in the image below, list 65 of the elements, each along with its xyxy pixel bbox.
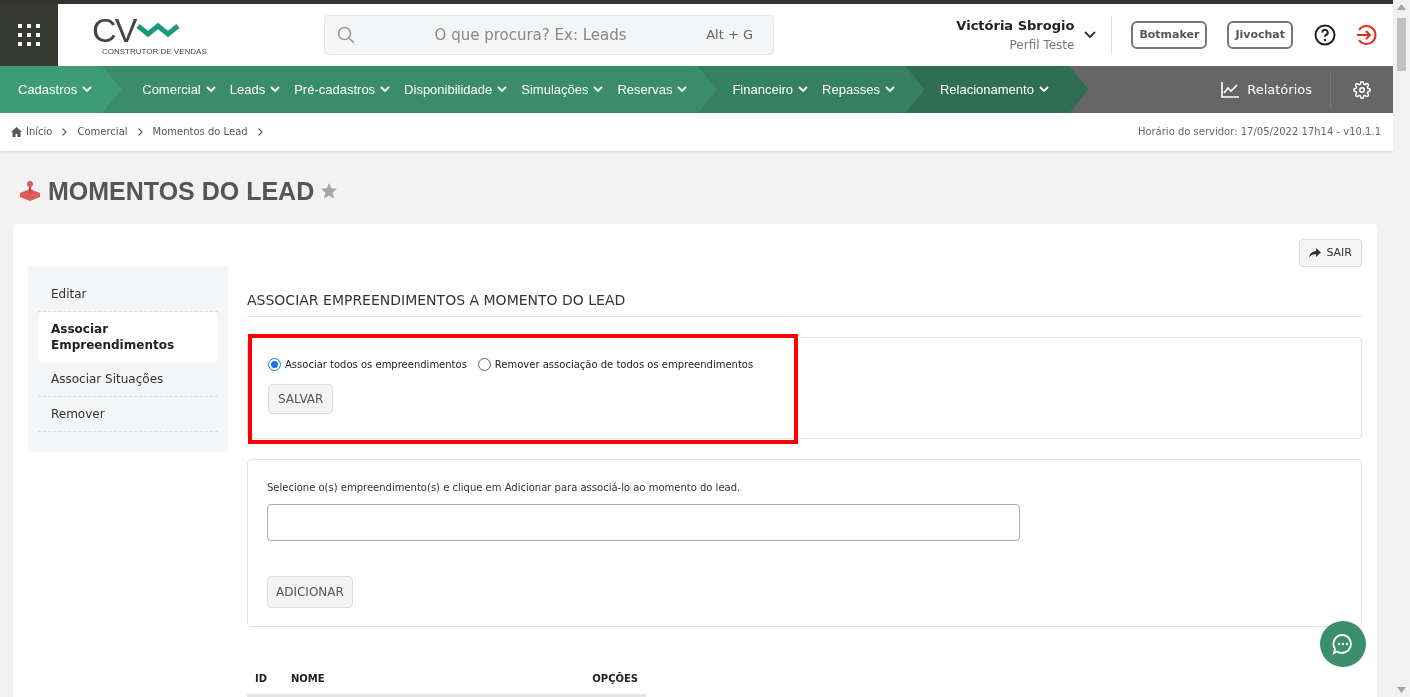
logo-wave-icon [135,22,180,39]
nav-menu-item[interactable]: Financeiro [732,79,809,100]
section-title: ASSOCIAR EMPREENDIMENTOS A MOMENTO DO LEAD [247,290,1362,317]
chevron-down-icon [270,86,281,94]
apps-menu-button[interactable] [0,3,58,66]
chevron-down-icon [205,86,216,94]
help-icon[interactable] [1314,23,1336,46]
reports-link[interactable]: Relatórios [1221,65,1330,114]
sidebar-item[interactable]: Associar Empreendimentos [38,312,218,362]
user-profile: Perfil Teste [1009,36,1075,54]
line-chart-icon [1221,81,1240,98]
page-title: MOMENTOS DO LEAD [48,175,315,207]
select-field[interactable] [267,504,1020,541]
chevron-down-icon [82,86,93,94]
chevron-right-icon [257,127,263,136]
chevron-down-icon [380,86,391,94]
instruction-text: Selecione o(s) empreendimento(s) e clique em Adicionar para associá-lo ao momento do lead. [267,481,741,495]
chat-bubble-icon [1332,633,1354,655]
nav-menu-item[interactable]: Reservas [617,79,688,100]
column-header: ID [254,672,269,686]
share-arrow-icon [1309,248,1322,258]
search-field[interactable]: O que procura? Ex: Leads Alt + G [324,14,774,55]
breadcrumb-link[interactable]: Momentos do Lead [152,124,248,140]
nav-menu-item[interactable]: Comercial [142,79,216,100]
sidebar-item[interactable]: Associar Situações [38,362,218,397]
radio-label: Remover associação de todos os empreendimentos [494,358,754,372]
nav-menu-item[interactable]: Relacionamento [939,79,1049,100]
grid-icon [17,22,41,47]
server-time: Horário do servidor: 17/05/2022 17h14 - v10.1.1 [1137,125,1381,140]
save-button[interactable]: SALVAR [268,384,334,414]
star-icon[interactable] [320,182,339,201]
user-name: Victória Sbrogio [956,17,1075,36]
scrollbar-thumb[interactable] [1397,18,1406,71]
chevron-down-icon [497,86,508,94]
column-header: NOME [291,672,326,686]
logout-icon[interactable] [1355,23,1377,46]
nav-menu-item[interactable]: Leads [229,79,281,100]
logo-mark: CV [92,13,136,48]
chevron-down-icon [593,86,604,94]
chevron-right-icon [62,127,68,136]
chevron-down-icon [1038,86,1049,94]
nav-menu-item[interactable]: Pré-cadastros [294,79,391,100]
home-icon [11,126,22,137]
breadcrumb-link[interactable]: Início [11,124,53,140]
breadcrumb-link[interactable]: Comercial [77,124,128,140]
add-button[interactable]: ADICIONAR [267,576,353,608]
column-header: OPÇÕES [592,671,639,686]
chevron-down-icon [677,86,688,94]
shortcut-hint: Alt + G [706,26,753,45]
chevron-down-icon [884,86,895,94]
joystick-icon [18,180,42,203]
nav-menu-item[interactable]: Disponibilidade [404,79,508,100]
integration-button[interactable]: Botmaker [1131,20,1208,49]
nav-menu-item[interactable]: Repasses [822,79,895,100]
exit-button[interactable]: SAIR [1299,239,1362,267]
chevron-down-icon [798,86,809,94]
settings-icon[interactable] [1353,80,1371,99]
chevron-right-icon [137,127,143,136]
integration-button[interactable]: Jivochat [1227,20,1293,49]
sidebar-item[interactable]: Remover [38,397,218,432]
nav-menu-item[interactable]: Simulações [521,79,604,100]
logo-tagline: CONSTRUTOR DE VENDAS [102,47,207,57]
chevron-down-icon[interactable] [1084,30,1097,39]
radio-label: Associar todos os empreendimentos [285,358,467,372]
search-icon [337,25,355,44]
